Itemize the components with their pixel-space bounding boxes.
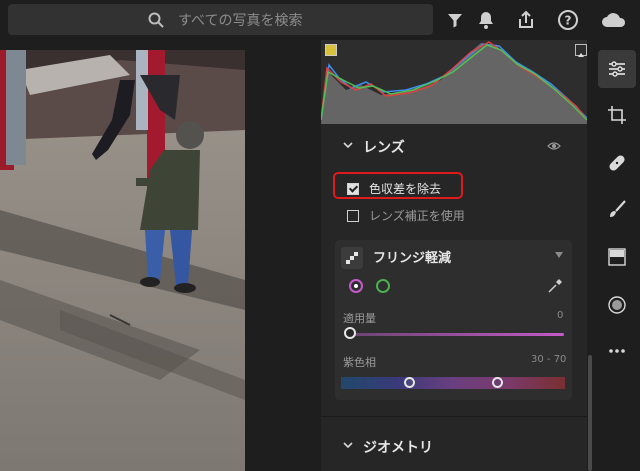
- crop-tool[interactable]: [598, 96, 636, 134]
- enable-profile-corrections-label: レンズ補正を使用: [369, 209, 465, 223]
- svg-text:?: ?: [565, 14, 572, 28]
- crop-icon: [608, 106, 626, 124]
- geometry-section-header[interactable]: ジオメトリ: [321, 432, 587, 462]
- lens-section-header[interactable]: レンズ: [321, 132, 587, 162]
- amount-value: 0: [557, 310, 564, 321]
- enable-profile-corrections-row[interactable]: レンズ補正を使用: [321, 206, 587, 228]
- gradient-icon: [608, 248, 626, 266]
- photo-image: [0, 50, 245, 471]
- purple-hue-slider-thumb-right[interactable]: [492, 377, 503, 388]
- tool-strip: [594, 40, 640, 471]
- healing-tool[interactable]: [598, 144, 636, 182]
- amount-slider-thumb[interactable]: [344, 327, 356, 339]
- edit-sliders-icon: [609, 61, 625, 77]
- more-icon: [609, 349, 625, 353]
- defringe-title: フリンジ軽減: [373, 251, 452, 266]
- amount-label: 適用量: [343, 312, 376, 325]
- defringe-panel: フリンジ軽減 適用量 0 紫色相 30 - 70: [335, 240, 572, 400]
- purple-hue-label: 紫色相: [343, 356, 376, 369]
- highlight-clipping-icon[interactable]: [575, 44, 587, 57]
- amount-slider-track[interactable]: [349, 333, 564, 336]
- radial-icon: [608, 296, 626, 314]
- edit-panel: レンズ 色収差を除去 レンズ補正を使用 フリンジ軽減 適用量 0 紫色相 30 …: [320, 40, 588, 471]
- cloud-icon[interactable]: [600, 8, 628, 32]
- purple-hue-slider-thumb-left[interactable]: [404, 377, 415, 388]
- purple-hue-slider-track[interactable]: [341, 377, 565, 389]
- more-tools[interactable]: [598, 332, 636, 370]
- chevron-down-icon: [343, 442, 353, 449]
- top-bar: すべての写真を検索 ?: [0, 0, 640, 40]
- search-field[interactable]: すべての写真を検索: [8, 4, 433, 35]
- highlight-annotation: [333, 172, 463, 199]
- healing-icon: [609, 155, 625, 171]
- help-icon[interactable]: ?: [556, 8, 580, 32]
- purple-eyedropper-swatch[interactable]: [349, 279, 363, 293]
- panel-scrollbar-thumb[interactable]: [588, 355, 592, 471]
- chevron-down-icon: [343, 142, 353, 149]
- search-placeholder: すべての写真を検索: [178, 13, 303, 29]
- dropdown-arrow-icon[interactable]: [555, 252, 563, 258]
- purple-hue-value: 30 - 70: [531, 354, 567, 365]
- eye-icon[interactable]: [547, 141, 561, 151]
- photo[interactable]: [0, 50, 245, 471]
- section-divider: [321, 416, 587, 417]
- brush-icon: [610, 200, 626, 217]
- radial-gradient-tool[interactable]: [598, 286, 636, 324]
- enable-profile-corrections-checkbox[interactable]: [347, 210, 359, 222]
- linear-gradient-tool[interactable]: [598, 238, 636, 276]
- share-icon[interactable]: [514, 8, 538, 32]
- shadow-clipping-icon[interactable]: [325, 44, 337, 56]
- edit-tool[interactable]: [598, 50, 636, 88]
- lens-section-title: レンズ: [363, 140, 405, 156]
- bell-icon[interactable]: [474, 8, 498, 32]
- geometry-section-title: ジオメトリ: [363, 440, 433, 456]
- filter-icon[interactable]: [443, 8, 467, 32]
- green-eyedropper-swatch[interactable]: [376, 279, 390, 293]
- defringe-icon: [341, 247, 363, 269]
- search-icon: [148, 12, 164, 28]
- histogram: [320, 40, 588, 124]
- eyedropper-icon[interactable]: [547, 278, 563, 294]
- brush-tool[interactable]: [598, 190, 636, 228]
